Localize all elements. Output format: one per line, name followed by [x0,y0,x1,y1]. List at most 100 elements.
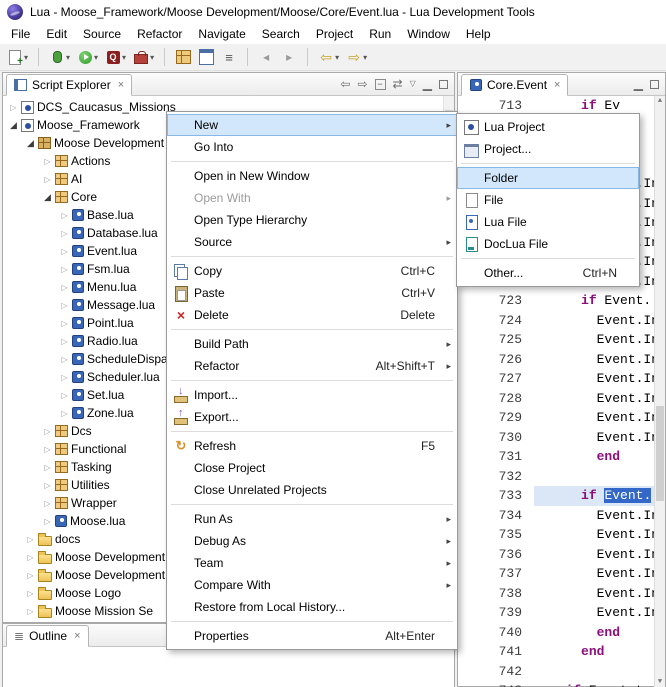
menu-item-build-path[interactable]: Build Path▸ [167,333,457,355]
menu-item-restore-from-local-history[interactable]: Restore from Local History... [167,596,457,618]
menubar-item-edit[interactable]: Edit [38,25,75,43]
menu-item-go-into[interactable]: Go Into [167,136,457,158]
collapse-arrow-icon[interactable]: ◢ [24,138,37,149]
scroll-up-icon[interactable]: ▲ [655,97,665,105]
external-tools-dropdown-arrow[interactable]: ▾ [150,53,154,62]
expand-arrow-icon[interactable]: ▷ [41,445,54,454]
expand-arrow-icon[interactable]: ▷ [58,409,71,418]
menu-item-folder[interactable]: Folder [457,167,639,189]
expand-arrow-icon[interactable]: ▷ [7,103,20,112]
menubar-item-help[interactable]: Help [458,25,499,43]
menu-item-lua-project[interactable]: Lua Project [457,116,639,138]
menu-item-copy[interactable]: CopyCtrl+C [167,260,457,282]
maximize-icon[interactable] [439,80,448,89]
back-button[interactable]: ⇦▾ [315,46,342,68]
menubar-item-window[interactable]: Window [399,25,458,43]
expand-arrow-icon[interactable]: ▷ [58,337,71,346]
menubar-item-source[interactable]: Source [75,25,129,43]
expand-arrow-icon[interactable]: ▷ [41,499,54,508]
menu-item-new[interactable]: New▸ [167,114,457,136]
new-dropdown-arrow[interactable]: ▾ [24,53,28,62]
collapse-all-icon[interactable]: − [375,79,386,90]
menu-item-file[interactable]: File [457,189,639,211]
menubar-item-search[interactable]: Search [254,25,308,43]
collapse-arrow-icon[interactable]: ◢ [7,120,20,131]
menubar-item-navigate[interactable]: Navigate [190,25,253,43]
external-tools-button[interactable]: ▾ [130,46,157,68]
outline-tab[interactable]: ≣ Outline × [6,625,89,647]
expand-arrow-icon[interactable]: ▷ [58,229,71,238]
menu-item-project[interactable]: Project... [457,138,639,160]
expand-arrow-icon[interactable]: ▷ [58,211,71,220]
minimize-icon[interactable]: ▁ [423,78,432,90]
menu-item-import[interactable]: Import... [167,384,457,406]
scroll-down-icon[interactable]: ▼ [655,678,665,686]
expand-arrow-icon[interactable]: ▷ [58,247,71,256]
menu-item-refactor[interactable]: RefactorAlt+Shift+T▸ [167,355,457,377]
menu-item-refresh[interactable]: ↻RefreshF5 [167,435,457,457]
link-with-editor-icon[interactable]: ⇄ [393,78,403,90]
close-icon[interactable]: × [74,630,80,642]
expand-arrow-icon[interactable]: ▷ [41,517,54,526]
expand-arrow-icon[interactable]: ▷ [24,571,37,580]
minimize-icon[interactable]: ▁ [634,78,643,90]
editor-scrollbar[interactable]: ▲ ▼ [654,96,665,687]
forward-icon[interactable]: ⇨ [357,78,367,90]
previous-annotation-button[interactable]: ◂ [255,46,277,68]
menubar-item-refactor[interactable]: Refactor [129,25,190,43]
next-annotation-button[interactable]: ▸ [278,46,300,68]
collapse-arrow-icon[interactable]: ◢ [41,192,54,203]
expand-arrow-icon[interactable]: ▷ [24,553,37,562]
editor-scrollbar-thumb[interactable] [656,406,664,501]
expand-arrow-icon[interactable]: ▷ [24,535,37,544]
menubar-item-run[interactable]: Run [361,25,399,43]
expand-arrow-icon[interactable]: ▷ [58,319,71,328]
menu-item-properties[interactable]: PropertiesAlt+Enter [167,625,457,647]
menu-item-team[interactable]: Team▸ [167,552,457,574]
expand-arrow-icon[interactable]: ▷ [24,607,37,616]
expand-arrow-icon[interactable]: ▷ [58,391,71,400]
maximize-icon[interactable] [650,80,659,89]
menu-item-run-as[interactable]: Run As▸ [167,508,457,530]
close-icon[interactable]: × [118,79,124,91]
menu-item-delete[interactable]: ×DeleteDelete [167,304,457,326]
expand-arrow-icon[interactable]: ▷ [24,589,37,598]
new-button[interactable]: ▾ [4,46,31,68]
menu-item-export[interactable]: Export... [167,406,457,428]
coverage-dropdown-arrow[interactable]: ▾ [122,53,126,62]
open-window-button[interactable] [195,46,217,68]
back-icon[interactable]: ⇦ [340,78,350,90]
menu-item-source[interactable]: Source▸ [167,231,457,253]
close-icon[interactable]: × [554,79,560,91]
forward-dropdown-arrow[interactable]: ▾ [363,53,367,62]
view-menu-icon[interactable]: ▽ [410,80,416,88]
menu-item-close-project[interactable]: Close Project [167,457,457,479]
expand-arrow-icon[interactable]: ▷ [58,355,71,364]
expand-arrow-icon[interactable]: ▷ [58,373,71,382]
menu-item-doclua-file[interactable]: DocLua File [457,233,639,255]
debug-dropdown-arrow[interactable]: ▾ [66,53,70,62]
editor-tab-core-event[interactable]: Core.Event × [461,74,568,96]
menu-item-close-unrelated-projects[interactable]: Close Unrelated Projects [167,479,457,501]
menu-item-paste[interactable]: PasteCtrl+V [167,282,457,304]
menu-item-debug-as[interactable]: Debug As▸ [167,530,457,552]
menu-item-open-with[interactable]: Open With▸ [167,187,457,209]
menu-item-other[interactable]: Other...Ctrl+N [457,262,639,284]
menu-item-open-type-hierarchy[interactable]: Open Type Hierarchy [167,209,457,231]
run-dropdown-arrow[interactable]: ▾ [94,53,98,62]
expand-arrow-icon[interactable]: ▷ [58,301,71,310]
expand-arrow-icon[interactable]: ▷ [58,265,71,274]
show-list-button[interactable]: ≡ [218,46,240,68]
menu-item-lua-file[interactable]: Lua File [457,211,639,233]
coverage-button[interactable]: ▾ [102,46,129,68]
menu-item-compare-with[interactable]: Compare With▸ [167,574,457,596]
expand-arrow-icon[interactable]: ▷ [41,157,54,166]
menu-item-open-in-new-window[interactable]: Open in New Window [167,165,457,187]
back-dropdown-arrow[interactable]: ▾ [335,53,339,62]
expand-arrow-icon[interactable]: ▷ [58,283,71,292]
debug-button[interactable]: ▾ [46,46,73,68]
script-explorer-tab[interactable]: Script Explorer × [6,74,132,96]
new-table-button[interactable] [172,46,194,68]
expand-arrow-icon[interactable]: ▷ [41,427,54,436]
expand-arrow-icon[interactable]: ▷ [41,481,54,490]
